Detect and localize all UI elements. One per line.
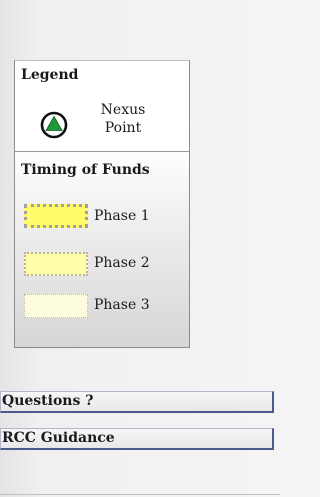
- nexus-point-label: Nexus Point: [93, 101, 153, 137]
- timing-of-funds-title: Timing of Funds: [21, 162, 150, 178]
- questions-button[interactable]: Questions ?: [0, 391, 274, 413]
- legend-divider: [15, 151, 189, 152]
- nexus-point-label-line1: Nexus: [100, 102, 146, 118]
- phase-1-swatch: [24, 204, 88, 228]
- phase-3-swatch: [24, 294, 88, 318]
- rcc-guidance-button[interactable]: RCC Guidance: [0, 428, 274, 450]
- phase-2-swatch: [24, 252, 88, 276]
- bottom-divider: [0, 494, 280, 495]
- phase-3-label: Phase 3: [94, 297, 150, 313]
- phase-1-label: Phase 1: [94, 208, 150, 224]
- legend-title: Legend: [21, 67, 79, 83]
- nexus-point-icon: [40, 111, 68, 139]
- nexus-point-label-line2: Point: [104, 120, 142, 136]
- legend-panel: Legend Nexus Point Timing of Funds Phase…: [14, 60, 190, 348]
- phase-2-label: Phase 2: [94, 255, 150, 271]
